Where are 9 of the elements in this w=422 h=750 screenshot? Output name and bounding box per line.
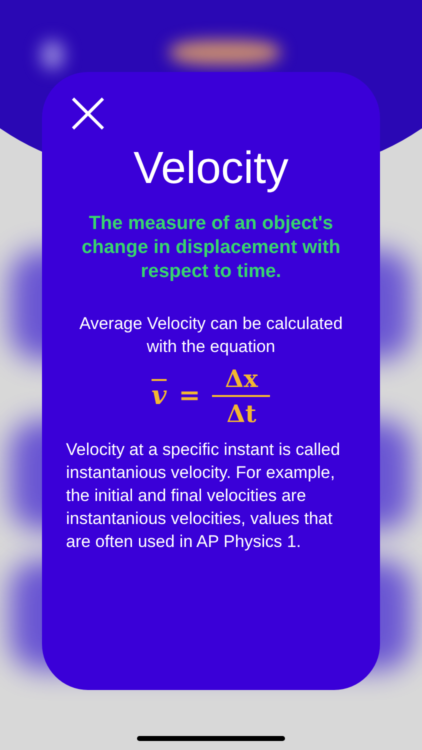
close-button[interactable]: ×	[62, 92, 114, 132]
equals-sign: =	[178, 381, 200, 411]
body-text: Velocity at a specific instant is called instantanious velocity. For example, the initial and final velocities are instantanious velocities, values that are often used in AP Physics 1.	[66, 439, 342, 553]
velocity-symbol: v	[152, 381, 167, 411]
denominator: Δt	[226, 399, 256, 428]
numerator: Δx	[224, 364, 258, 393]
card-title: Velocity	[133, 142, 289, 194]
definition-text: The measure of an object's change in displacement with respect to time.	[80, 212, 342, 284]
intro-text: Average Velocity can be calculated with the equation	[78, 313, 344, 358]
